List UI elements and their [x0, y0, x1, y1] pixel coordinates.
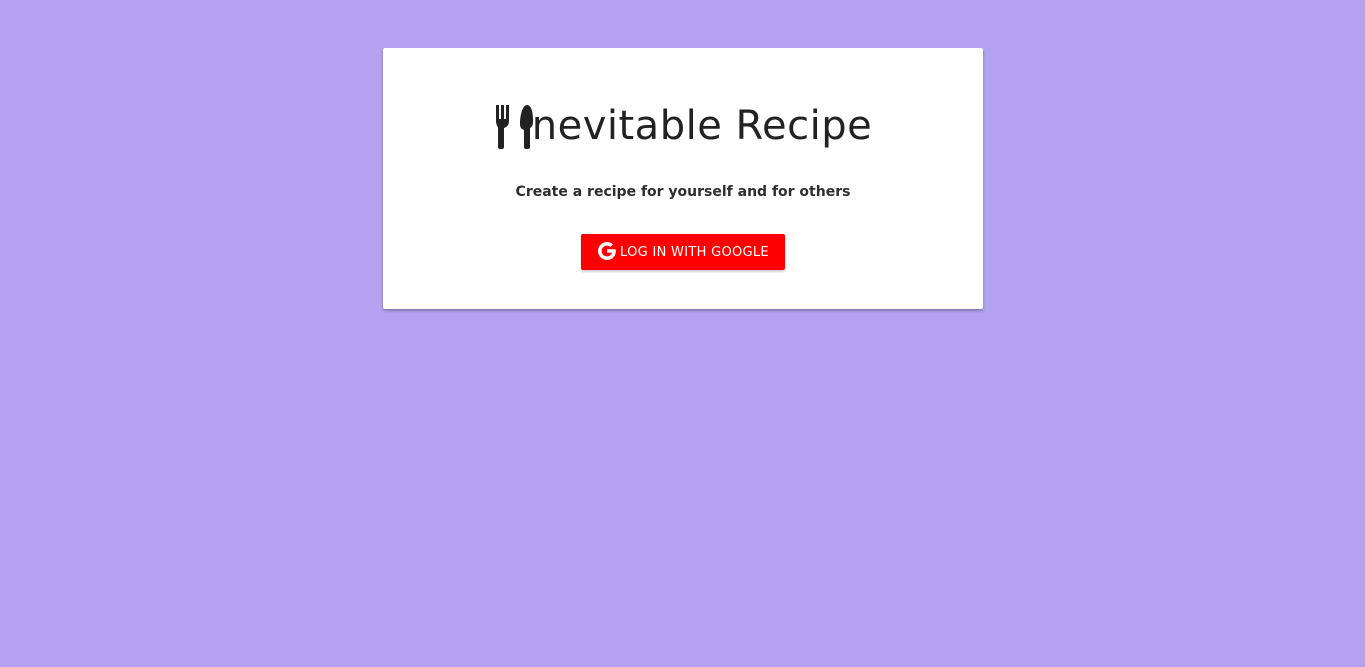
app-title-text: nevitable Recipe: [531, 103, 873, 149]
google-icon: [597, 241, 617, 261]
login-button-label: LOG IN WITH GOOGLE: [620, 244, 769, 260]
login-card: nevitable Recipe Create a recipe for you…: [383, 48, 983, 309]
google-login-button[interactable]: LOG IN WITH GOOGLE: [581, 234, 785, 270]
fork-knife-icon: [494, 103, 534, 149]
app-subtitle: Create a recipe for yourself and for oth…: [515, 184, 851, 200]
app-title: nevitable Recipe: [383, 98, 983, 154]
